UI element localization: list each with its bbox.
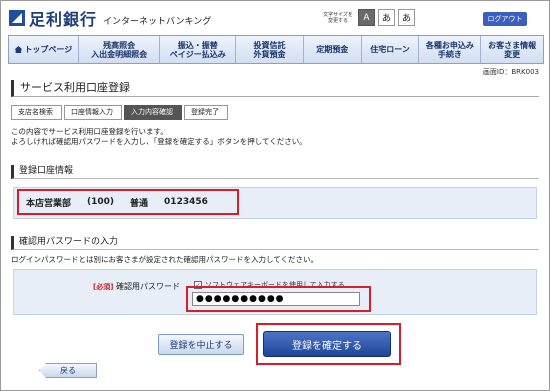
nav-item-transfer[interactable]: 振込・振替 ペイジー払込み	[160, 36, 237, 63]
home-icon	[14, 46, 23, 53]
account-section-title: 登録口座情報	[11, 165, 539, 179]
cancel-registration-button[interactable]: 登録を中止する	[158, 334, 244, 355]
intro-text: この内容でサービス利用口座登録を行います。 よろしければ確認用パスワードを入力し…	[11, 127, 307, 147]
nav-item-home-loan[interactable]: 住宅ローン	[362, 36, 420, 63]
password-section-title: 確認用パスワードの入力	[11, 236, 539, 250]
account-info-highlight: 本店営業部 (100) 普通 0123456	[17, 189, 239, 215]
required-badge: [必須]	[93, 283, 114, 291]
nav-item-investment[interactable]: 投資信託 外貨預金	[236, 36, 304, 63]
screen-id: 画面ID：BRK003	[482, 68, 539, 76]
browser-frame: 足利銀行 インターネットバンキング 文字サイズを変更する A あ あ ログアウト…	[0, 0, 550, 391]
step-indicator: 支店名検索 口座情報入力 入力内容確認 登録完了	[11, 105, 230, 120]
font-size-small-button[interactable]: A	[358, 9, 375, 26]
font-size-medium-button[interactable]: あ	[378, 9, 395, 26]
branch-name: 本店営業部	[26, 198, 72, 209]
step-branch-search: 支店名検索	[11, 105, 62, 120]
account-number: 0123456	[164, 197, 208, 207]
font-size-label: 文字サイズを変更する	[323, 11, 353, 24]
bank-logo-icon	[9, 10, 25, 26]
step-complete: 登録完了	[184, 105, 228, 120]
nav-item-top[interactable]: トップページ	[9, 36, 79, 63]
account-type: 普通	[130, 198, 149, 209]
page-title: サービス利用口座登録	[11, 80, 539, 97]
global-nav: トップページ 残高照会 入出金明細照会 振込・振替 ペイジー払込み 投資信託 外…	[8, 35, 544, 64]
nav-item-customer-info[interactable]: お客さま情報 変更	[481, 36, 543, 63]
intro-line-1: この内容でサービス利用口座登録を行います。	[11, 127, 168, 136]
nav-item-time-deposit[interactable]: 定期預金	[304, 36, 362, 63]
service-name: インターネットバンキング	[103, 17, 212, 27]
branch-code: (100)	[87, 197, 115, 207]
nav-item-balance[interactable]: 残高照会 入出金明細照会	[79, 36, 161, 63]
bank-logo: 足利銀行 インターネットバンキング	[9, 6, 211, 30]
font-size-switcher: 文字サイズを変更する A あ あ	[321, 9, 415, 26]
back-button[interactable]: 戻る	[39, 363, 97, 378]
intro-line-2: よろしければ確認用パスワードを入力し、「登録を確定する」ボタンを押してください。	[11, 137, 307, 146]
password-input[interactable]	[192, 292, 360, 306]
bank-name: 足利銀行	[29, 10, 98, 29]
logout-button[interactable]: ログアウト	[483, 12, 527, 26]
confirm-registration-button[interactable]: 登録を確定する	[263, 331, 391, 357]
step-account-input: 口座情報入力	[64, 105, 122, 120]
step-confirm: 入力内容確認	[124, 105, 182, 120]
password-description: ログインパスワードとは別にお客さまが設定された確認用パスワードを入力してください…	[11, 255, 319, 264]
font-size-large-button[interactable]: あ	[398, 9, 415, 26]
password-label: 確認用パスワード	[116, 282, 180, 291]
nav-item-applications[interactable]: 各種お申込み 手続き	[419, 36, 482, 63]
